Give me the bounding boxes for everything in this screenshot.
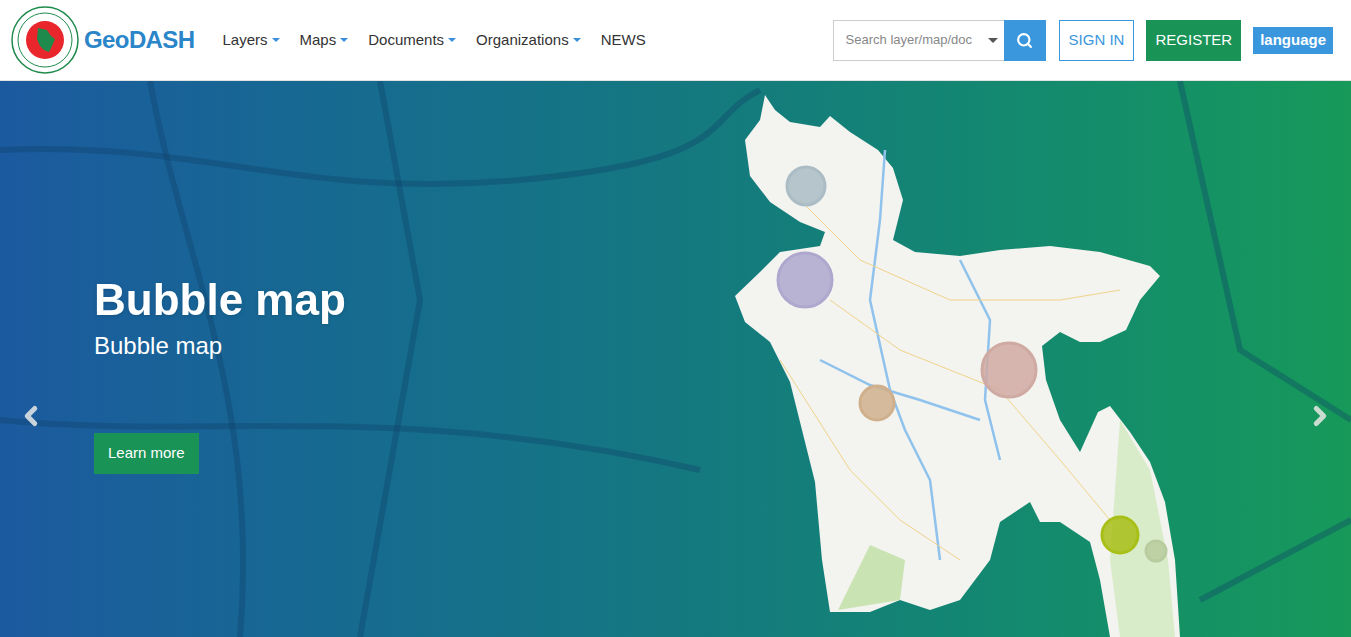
bubble-marker[interactable] xyxy=(860,386,894,420)
nav-item[interactable]: Organizations xyxy=(476,29,581,52)
country-shape xyxy=(735,95,1180,637)
nav-item[interactable]: NEWS xyxy=(601,29,646,52)
nav-item[interactable]: Layers xyxy=(222,29,279,52)
caret-icon xyxy=(272,38,280,42)
search-input[interactable] xyxy=(846,30,988,50)
language-button[interactable]: language xyxy=(1253,27,1333,54)
nav-item[interactable]: Maps xyxy=(300,29,349,52)
search-icon xyxy=(1016,32,1033,49)
chevron-right-icon xyxy=(1305,401,1335,431)
bubble-marker[interactable] xyxy=(1102,517,1138,553)
search-box xyxy=(833,20,1046,61)
brand[interactable]: GeoDASH xyxy=(11,6,194,74)
search-button[interactable] xyxy=(1004,20,1046,61)
carousel-next-button[interactable] xyxy=(1305,401,1335,431)
caret-icon xyxy=(573,38,581,42)
header: GeoDASH Layers Maps Documents Organizations N… xyxy=(0,0,1351,81)
register-button[interactable]: REGISTER xyxy=(1146,20,1241,61)
bubble-marker[interactable] xyxy=(778,253,832,307)
caret-icon xyxy=(448,38,456,42)
caret-icon xyxy=(340,38,348,42)
learn-more-button[interactable]: Learn more xyxy=(94,433,199,474)
page: GeoDASH Layers Maps Documents Organizations N… xyxy=(0,0,1351,637)
hero-caption: Bubble map Bubble map Learn more xyxy=(0,81,1351,474)
search-type-caret-icon[interactable] xyxy=(988,38,998,43)
nav-item[interactable]: Documents xyxy=(368,29,456,52)
government-logo-icon[interactable] xyxy=(11,6,79,74)
bubble-marker[interactable] xyxy=(1146,541,1166,561)
chevron-left-icon xyxy=(16,401,46,431)
main-nav: Layers Maps Documents Organizations NEWS xyxy=(222,29,645,52)
hero-carousel: Bubble map Bubble map Learn more xyxy=(0,81,1351,637)
hero-title: Bubble map xyxy=(94,274,346,326)
brand-name[interactable]: GeoDASH xyxy=(84,22,194,58)
carousel-prev-button[interactable] xyxy=(16,401,46,431)
hero-subtitle: Bubble map xyxy=(94,330,222,362)
bubble-marker[interactable] xyxy=(787,167,825,205)
sign-in-button[interactable]: SIGN IN xyxy=(1059,20,1135,61)
bubble-marker[interactable] xyxy=(982,343,1036,397)
